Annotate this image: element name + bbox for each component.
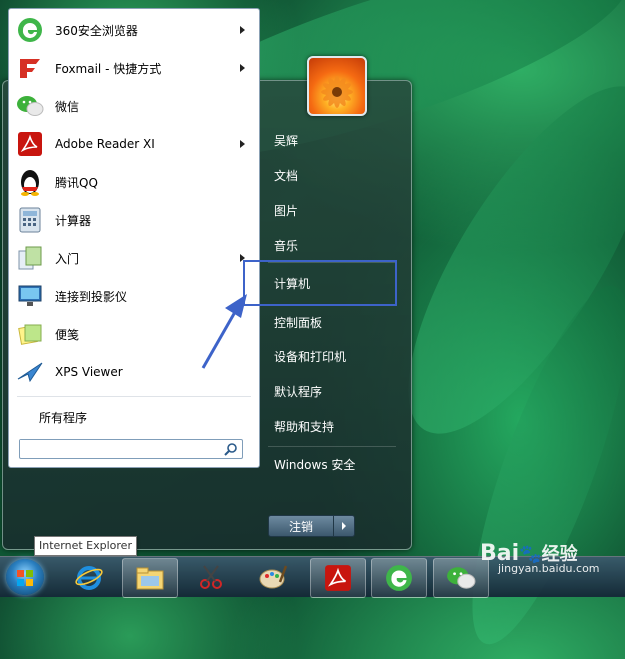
all-programs-label: 所有程序 <box>39 410 88 425</box>
right-item-label: Windows 安全 <box>274 457 356 472</box>
getting-started-icon <box>15 243 45 273</box>
paint-icon <box>259 565 288 589</box>
right-item-label: 控制面板 <box>274 315 323 330</box>
user-avatar[interactable] <box>307 56 367 116</box>
program-item-qq[interactable]: 腾讯QQ <box>13 165 255 199</box>
all-programs-button[interactable]: 所有程序 <box>13 406 253 428</box>
shutdown-group: 注销 <box>268 515 355 537</box>
search-icon[interactable] <box>224 442 238 456</box>
adobe-reader-icon <box>15 129 45 159</box>
right-item-label: 设备和打印机 <box>274 349 347 364</box>
projector-icon <box>15 281 45 311</box>
divider <box>17 396 251 397</box>
annotation-arrow-icon <box>201 294 247 369</box>
right-item-devices-printers[interactable]: 设备和打印机 <box>265 342 400 370</box>
taskbar-explorer[interactable] <box>122 558 178 598</box>
360-browser-icon <box>386 565 412 591</box>
program-item-adobe-reader[interactable]: Adobe Reader XI <box>13 127 255 161</box>
tooltip: Internet Explorer <box>34 536 137 556</box>
snipping-tool-icon <box>200 565 222 589</box>
logoff-button[interactable]: 注销 <box>268 515 334 537</box>
taskbar-ie[interactable] <box>62 558 116 596</box>
submenu-arrow-icon[interactable] <box>240 64 245 72</box>
right-item-label: 吴辉 <box>274 133 299 148</box>
file-explorer-icon <box>136 567 164 590</box>
submenu-arrow-icon[interactable] <box>240 140 245 148</box>
program-label: 计算器 <box>55 213 92 228</box>
xps-viewer-icon <box>15 357 45 387</box>
right-item-label: 图片 <box>274 203 299 218</box>
right-item-user[interactable]: 吴辉 <box>265 126 400 154</box>
right-item-help-support[interactable]: 帮助和支持 <box>265 412 400 440</box>
taskbar-paint[interactable] <box>246 558 300 596</box>
right-item-label: 音乐 <box>274 238 299 253</box>
right-item-label: 默认程序 <box>274 384 323 399</box>
right-item-label: 帮助和支持 <box>274 419 335 434</box>
internet-explorer-icon <box>75 566 103 590</box>
program-label: 入门 <box>55 251 80 266</box>
taskbar-snipping-tool[interactable] <box>184 558 238 596</box>
right-item-control-panel[interactable]: 控制面板 <box>265 308 400 336</box>
sticky-notes-icon <box>15 319 45 349</box>
right-item-documents[interactable]: 文档 <box>265 161 400 189</box>
right-item-pictures[interactable]: 图片 <box>265 196 400 224</box>
search-box[interactable] <box>19 439 243 459</box>
program-label: 微信 <box>55 99 80 114</box>
windows-logo-icon <box>17 570 33 586</box>
shutdown-options-button[interactable] <box>334 515 355 537</box>
program-label: 360安全浏览器 <box>55 23 138 38</box>
search-input[interactable] <box>20 440 218 456</box>
divider <box>268 446 396 447</box>
program-item-calculator[interactable]: 计算器 <box>13 203 255 237</box>
right-item-windows-security[interactable]: Windows 安全 <box>265 450 400 478</box>
program-item-getting-started[interactable]: 入门 <box>13 241 255 275</box>
360-browser-icon <box>15 15 45 45</box>
annotation-highlight-box <box>243 260 397 306</box>
submenu-arrow-icon[interactable] <box>240 26 245 34</box>
right-item-default-programs[interactable]: 默认程序 <box>265 377 400 405</box>
taskbar-360-browser[interactable] <box>371 558 427 598</box>
program-label: Foxmail - 快捷方式 <box>55 61 162 76</box>
program-item-360-browser[interactable]: 360安全浏览器 <box>13 13 255 47</box>
flower-picture-icon <box>321 76 353 108</box>
program-label: Adobe Reader XI <box>55 137 155 151</box>
foxmail-icon <box>15 53 45 83</box>
start-menu-programs-pane: 360安全浏览器 Foxmail - 快捷方式 微信 Adobe Reader … <box>8 8 260 468</box>
wechat-icon <box>15 91 45 121</box>
program-item-foxmail[interactable]: Foxmail - 快捷方式 <box>13 51 255 85</box>
adobe-reader-icon <box>325 565 351 591</box>
right-item-label: 文档 <box>274 168 299 183</box>
start-button[interactable] <box>6 559 44 595</box>
program-item-wechat[interactable]: 微信 <box>13 89 255 123</box>
wechat-icon <box>447 567 476 589</box>
right-item-music[interactable]: 音乐 <box>265 231 400 259</box>
watermark-url: jingyan.baidu.com <box>498 562 600 575</box>
taskbar-adobe-reader[interactable] <box>310 558 366 598</box>
calculator-icon <box>15 205 45 235</box>
triangle-right-icon <box>342 522 346 530</box>
qq-penguin-icon <box>15 167 45 197</box>
program-label: 腾讯QQ <box>55 175 98 190</box>
baidu-jingyan-watermark: Bai🐾经验 jingyan.baidu.com <box>480 540 600 575</box>
